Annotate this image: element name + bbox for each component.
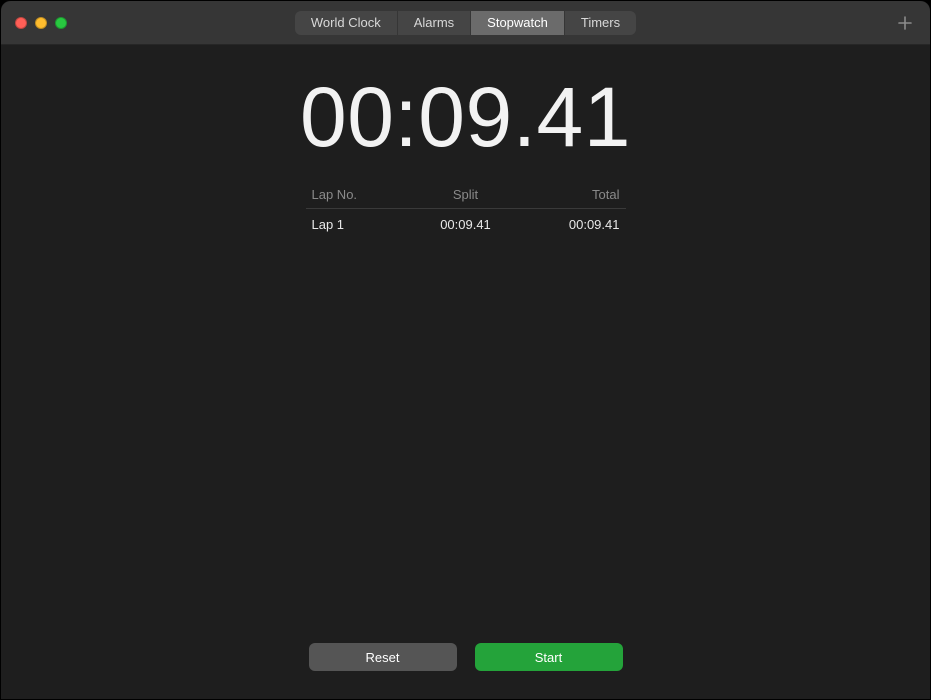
plus-icon xyxy=(897,15,913,31)
tab-timers[interactable]: Timers xyxy=(565,11,636,35)
lap-row: Lap 1 00:09.41 00:09.41 xyxy=(306,209,626,240)
stopwatch-controls: Reset Start xyxy=(1,643,930,671)
lap-split: 00:09.41 xyxy=(414,217,517,232)
clock-window: World Clock Alarms Stopwatch Timers 00:0… xyxy=(0,0,931,700)
window-close-button[interactable] xyxy=(15,17,27,29)
window-minimize-button[interactable] xyxy=(35,17,47,29)
lap-name: Lap 1 xyxy=(312,217,415,232)
column-header-split: Split xyxy=(414,187,517,202)
window-zoom-button[interactable] xyxy=(55,17,67,29)
column-header-lap-no: Lap No. xyxy=(312,187,415,202)
start-button[interactable]: Start xyxy=(475,643,623,671)
elapsed-time: 00:09.41 xyxy=(300,75,631,159)
lap-total: 00:09.41 xyxy=(517,217,620,232)
tab-stopwatch[interactable]: Stopwatch xyxy=(471,11,565,35)
column-header-total: Total xyxy=(517,187,620,202)
lap-table: Lap No. Split Total Lap 1 00:09.41 00:09… xyxy=(306,187,626,240)
titlebar: World Clock Alarms Stopwatch Timers xyxy=(1,1,930,45)
stopwatch-pane: 00:09.41 Lap No. Split Total Lap 1 00:09… xyxy=(1,45,930,699)
add-button[interactable] xyxy=(894,12,916,34)
lap-table-header: Lap No. Split Total xyxy=(306,187,626,209)
view-tabs: World Clock Alarms Stopwatch Timers xyxy=(295,11,636,35)
traffic-lights xyxy=(15,17,67,29)
tab-alarms[interactable]: Alarms xyxy=(398,11,471,35)
reset-button[interactable]: Reset xyxy=(309,643,457,671)
tab-world-clock[interactable]: World Clock xyxy=(295,11,398,35)
